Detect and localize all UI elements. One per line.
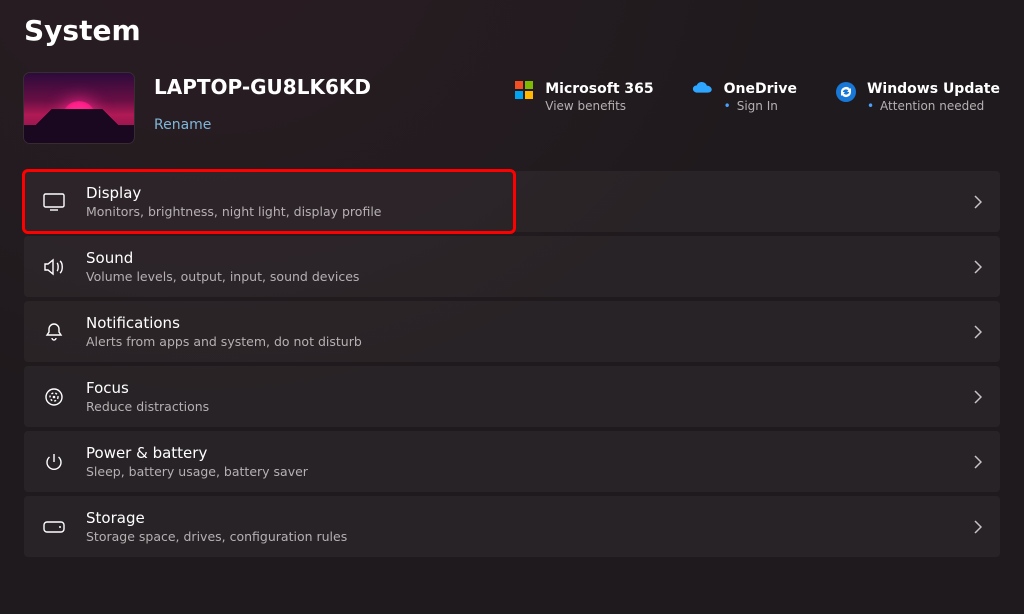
device-wallpaper-thumbnail — [24, 73, 134, 143]
item-subtitle: Reduce distractions — [86, 399, 209, 414]
settings-item-sound[interactable]: Sound Volume levels, output, input, soun… — [24, 236, 1000, 297]
chevron-right-icon — [974, 455, 982, 469]
settings-item-display[interactable]: Display Monitors, brightness, night ligh… — [24, 171, 1000, 232]
rename-link[interactable]: Rename — [154, 117, 211, 133]
item-subtitle: Sleep, battery usage, battery saver — [86, 464, 308, 479]
service-subtitle: View benefits — [545, 99, 653, 114]
focus-icon — [42, 387, 66, 407]
item-title: Storage — [86, 509, 347, 527]
chevron-right-icon — [974, 325, 982, 339]
settings-item-power[interactable]: Power & battery Sleep, battery usage, ba… — [24, 431, 1000, 492]
service-onedrive[interactable]: OneDrive Sign In — [692, 81, 797, 114]
settings-item-focus[interactable]: Focus Reduce distractions — [24, 366, 1000, 427]
bell-icon — [42, 322, 66, 342]
service-title: Windows Update — [867, 81, 1000, 99]
display-icon — [42, 193, 66, 211]
microsoft-logo-icon — [513, 81, 535, 99]
item-subtitle: Monitors, brightness, night light, displ… — [86, 204, 381, 219]
chevron-right-icon — [974, 195, 982, 209]
storage-icon — [42, 521, 66, 533]
page-title: System — [24, 14, 1000, 47]
chevron-right-icon — [974, 260, 982, 274]
windows-update-icon — [835, 81, 857, 103]
settings-item-storage[interactable]: Storage Storage space, drives, configura… — [24, 496, 1000, 557]
item-title: Notifications — [86, 314, 362, 332]
service-title: OneDrive — [724, 81, 797, 99]
item-subtitle: Storage space, drives, configuration rul… — [86, 529, 347, 544]
settings-item-notifications[interactable]: Notifications Alerts from apps and syste… — [24, 301, 1000, 362]
device-block: LAPTOP-GU8LK6KD Rename — [24, 73, 371, 143]
item-title: Focus — [86, 379, 209, 397]
settings-list: Display Monitors, brightness, night ligh… — [24, 171, 1000, 557]
service-subtitle: Attention needed — [867, 99, 1000, 114]
service-windows-update[interactable]: Windows Update Attention needed — [835, 81, 1000, 114]
item-subtitle: Volume levels, output, input, sound devi… — [86, 269, 359, 284]
power-icon — [42, 452, 66, 472]
service-ms365[interactable]: Microsoft 365 View benefits — [513, 81, 653, 114]
header-row: LAPTOP-GU8LK6KD Rename Microsoft 365 Vie… — [24, 73, 1000, 143]
chevron-right-icon — [974, 520, 982, 534]
service-subtitle: Sign In — [724, 99, 797, 114]
item-title: Power & battery — [86, 444, 308, 462]
device-name: LAPTOP-GU8LK6KD — [154, 75, 371, 99]
services-row: Microsoft 365 View benefits OneDrive Sig… — [513, 73, 1000, 114]
sound-icon — [42, 258, 66, 276]
chevron-right-icon — [974, 390, 982, 404]
item-title: Sound — [86, 249, 359, 267]
service-title: Microsoft 365 — [545, 81, 653, 99]
onedrive-icon — [692, 81, 714, 97]
item-title: Display — [86, 184, 381, 202]
item-subtitle: Alerts from apps and system, do not dist… — [86, 334, 362, 349]
